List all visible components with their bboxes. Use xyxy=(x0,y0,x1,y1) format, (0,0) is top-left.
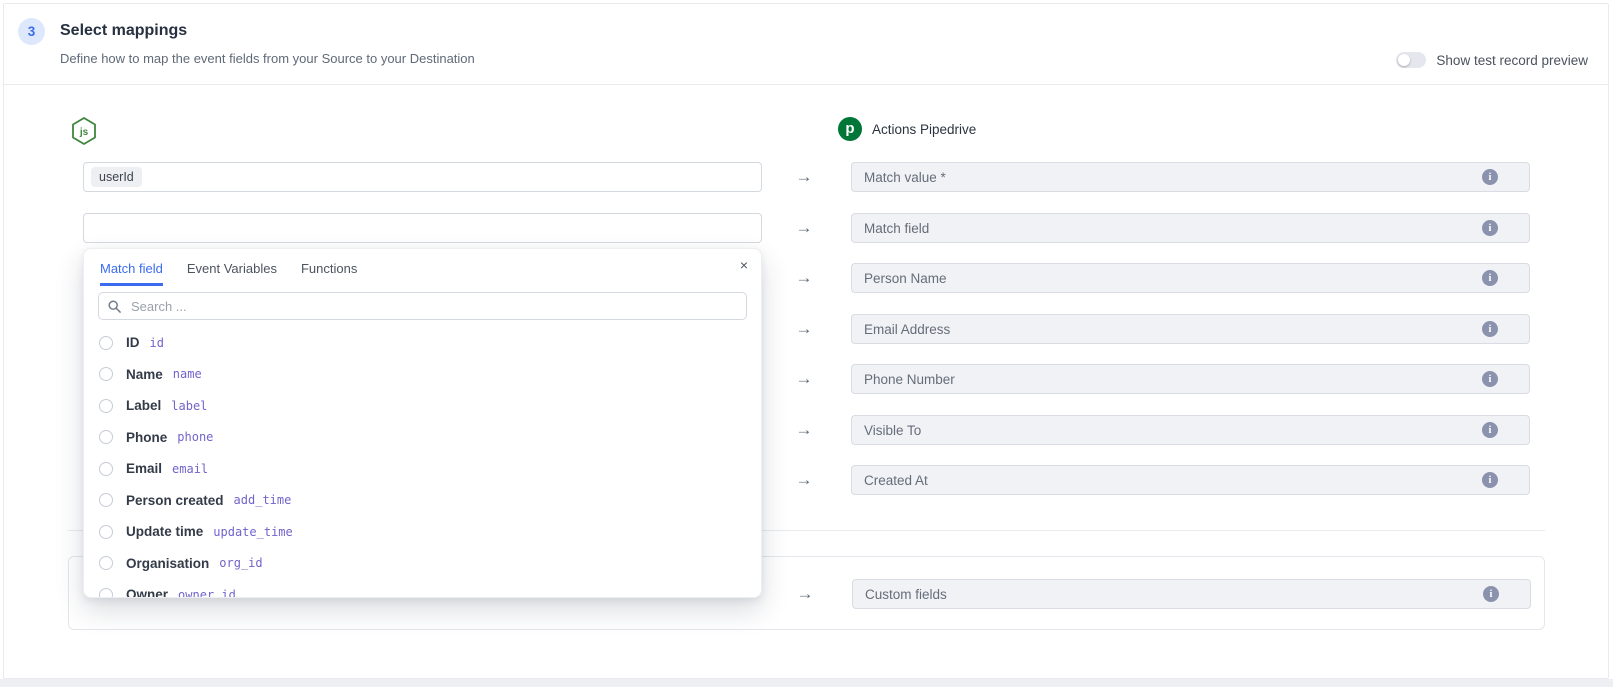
mapping-arrow-icon: → xyxy=(792,579,818,609)
option-code: email xyxy=(172,462,208,476)
page-title: Select mappings xyxy=(60,22,187,40)
tab-match-field[interactable]: Match field xyxy=(100,261,163,286)
page-subtitle: Define how to map the event fields from … xyxy=(60,51,475,66)
destination-field-label: Created At xyxy=(864,473,928,488)
mapped-value-chip[interactable]: userId xyxy=(91,167,142,187)
field-option-phone[interactable]: Phone phone xyxy=(84,422,761,454)
destination-name: Actions Pipedrive xyxy=(872,122,976,137)
option-code: id xyxy=(150,336,164,350)
destination-field-custom-fields[interactable]: Custom fields i xyxy=(852,579,1531,609)
destination-field-label: Person Name xyxy=(864,271,947,286)
option-code: add_time xyxy=(234,493,292,507)
destination-field-label: Visible To xyxy=(864,423,921,438)
info-icon[interactable]: i xyxy=(1482,422,1498,438)
destination-field-person-name[interactable]: Person Name i xyxy=(851,263,1530,293)
option-label: Person created xyxy=(126,493,224,508)
toggle-label: Show test record preview xyxy=(1436,53,1588,68)
option-code: org_id xyxy=(219,556,262,570)
tab-event-variables[interactable]: Event Variables xyxy=(187,261,277,286)
toggle-knob xyxy=(1398,54,1410,66)
option-label: Organisation xyxy=(126,556,209,571)
field-option-email[interactable]: Email email xyxy=(84,453,761,485)
radio-icon[interactable] xyxy=(99,430,113,444)
info-icon[interactable]: i xyxy=(1482,270,1498,286)
select-mappings-panel: 3 Select mappings Define how to map the … xyxy=(3,3,1609,679)
field-option-organisation[interactable]: Organisation org_id xyxy=(84,548,761,580)
nodejs-icon: js xyxy=(70,116,98,146)
info-icon[interactable]: i xyxy=(1482,321,1498,337)
field-options-list: ID id Name name Label label Phone phone … xyxy=(84,320,761,598)
step-header: 3 Select mappings Define how to map the … xyxy=(4,4,1608,85)
source-field-input[interactable] xyxy=(83,213,762,243)
destination-field-visible-to[interactable]: Visible To i xyxy=(851,415,1530,445)
step-number-badge: 3 xyxy=(18,18,45,45)
info-icon[interactable]: i xyxy=(1482,220,1498,236)
show-test-record-preview-toggle[interactable] xyxy=(1396,52,1426,68)
field-option-label[interactable]: Label label xyxy=(84,390,761,422)
option-label: Label xyxy=(126,398,161,413)
mapping-arrow-icon: → xyxy=(791,415,817,445)
search-box xyxy=(98,292,747,320)
svg-text:js: js xyxy=(79,127,89,138)
option-code: name xyxy=(173,367,202,381)
source-field-text-input[interactable] xyxy=(91,220,754,237)
destination-header: p Actions Pipedrive xyxy=(838,117,976,141)
destination-field-label: Match value * xyxy=(864,170,946,185)
radio-icon[interactable] xyxy=(99,367,113,381)
mapping-arrow-icon: → xyxy=(791,465,817,495)
option-code: label xyxy=(171,399,207,413)
option-code: phone xyxy=(177,430,213,444)
option-label: Name xyxy=(126,367,163,382)
destination-field-label: Email Address xyxy=(864,322,950,337)
dropdown-tabs: Match field Event Variables Functions xyxy=(84,249,761,286)
option-label: Email xyxy=(126,461,162,476)
field-option-id[interactable]: ID id xyxy=(84,327,761,359)
mapping-arrow-icon: → xyxy=(791,213,817,243)
option-label: Owner xyxy=(126,587,168,598)
radio-icon[interactable] xyxy=(99,493,113,507)
destination-field-match-value[interactable]: Match value * i xyxy=(851,162,1530,192)
close-icon[interactable]: × xyxy=(740,258,748,272)
destination-field-label: Phone Number xyxy=(864,372,955,387)
info-icon[interactable]: i xyxy=(1482,472,1498,488)
destination-field-label: Custom fields xyxy=(865,587,947,602)
field-option-name[interactable]: Name name xyxy=(84,359,761,391)
search-input[interactable] xyxy=(129,298,737,315)
radio-icon[interactable] xyxy=(99,462,113,476)
mapping-arrow-icon: → xyxy=(791,263,817,293)
option-code: update_time xyxy=(213,525,292,539)
mapping-arrow-icon: → xyxy=(791,364,817,394)
option-label: Update time xyxy=(126,524,203,539)
tab-functions[interactable]: Functions xyxy=(301,261,357,286)
radio-icon[interactable] xyxy=(99,556,113,570)
pipedrive-icon: p xyxy=(838,117,862,141)
test-record-preview-control: Show test record preview xyxy=(1396,52,1588,68)
field-option-update-time[interactable]: Update time update_time xyxy=(84,516,761,548)
info-icon[interactable]: i xyxy=(1482,371,1498,387)
radio-icon[interactable] xyxy=(99,399,113,413)
radio-icon[interactable] xyxy=(99,336,113,350)
info-icon[interactable]: i xyxy=(1482,169,1498,185)
destination-field-created-at[interactable]: Created At i xyxy=(851,465,1530,495)
destination-field-email-address[interactable]: Email Address i xyxy=(851,314,1530,344)
source-field-input[interactable]: userId xyxy=(83,162,762,192)
radio-icon[interactable] xyxy=(99,588,113,598)
option-label: Phone xyxy=(126,430,167,445)
destination-field-phone-number[interactable]: Phone Number i xyxy=(851,364,1530,394)
field-option-owner[interactable]: Owner owner_id xyxy=(84,579,761,598)
info-icon[interactable]: i xyxy=(1483,586,1499,602)
field-option-person-created[interactable]: Person created add_time xyxy=(84,485,761,517)
search-icon xyxy=(108,300,121,313)
mapping-arrow-icon: → xyxy=(791,162,817,192)
option-label: ID xyxy=(126,335,140,350)
mapping-arrow-icon: → xyxy=(791,314,817,344)
destination-field-match-field[interactable]: Match field i xyxy=(851,213,1530,243)
radio-icon[interactable] xyxy=(99,525,113,539)
option-code: owner_id xyxy=(178,588,236,598)
page-bottom-strip xyxy=(0,679,1613,687)
destination-field-label: Match field xyxy=(864,221,929,236)
field-picker-dropdown: Match field Event Variables Functions × … xyxy=(83,248,762,598)
